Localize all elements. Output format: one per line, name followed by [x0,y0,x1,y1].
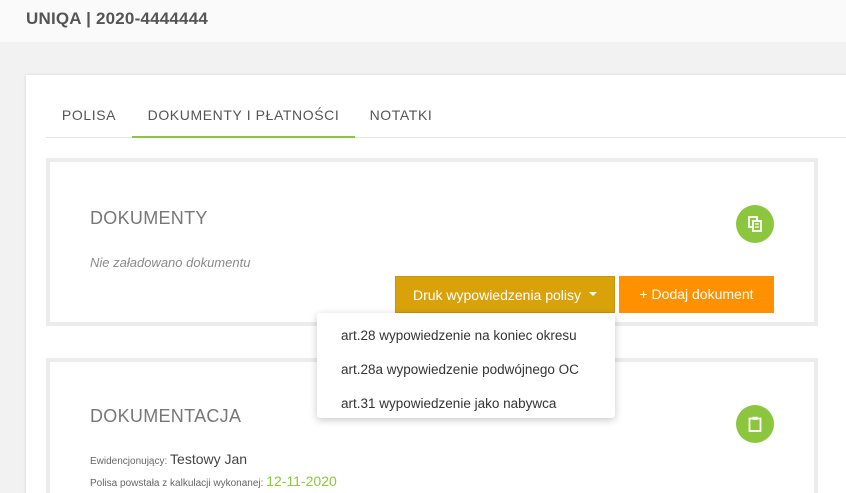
tab-polisa[interactable]: POLISA [46,96,132,138]
tab-notatki[interactable]: NOTATKI [355,96,447,138]
clipboard-icon[interactable] [736,405,774,443]
registrar-label: Ewidencjonujący: [90,456,168,467]
page-title: UNIQA | 2020-4444444 [26,9,209,28]
add-document-button[interactable]: + Dodaj dokument [619,276,774,313]
menu-item-art28[interactable]: art.28 wypowiedzenie na koniec okresu [317,319,615,353]
caret-down-icon [589,292,598,297]
empty-documents-text: Nie załadowano dokumentu [90,255,251,270]
documents-title: DOKUMENTY [90,208,208,228]
registrar-line: Ewidencjonujący: Testowy Jan [90,451,247,467]
print-cancellation-label: Druk wypowiedzenia polisy [412,287,582,303]
tab-bar: POLISA DOKUMENTY I PŁATNOŚCI NOTATKI [46,96,846,138]
tab-dokumenty-i-platnosci[interactable]: DOKUMENTY I PŁATNOŚCI [132,96,355,138]
menu-item-art28a[interactable]: art.28a wypowiedzenie podwójnego OC [317,353,615,387]
copy-icon[interactable] [736,205,774,243]
registrar-value: Testowy Jan [170,451,248,467]
menu-item-art31[interactable]: art.31 wypowiedzenie jako nabywca [317,387,615,421]
created-label: Polisa powstała z kalkulacji wykonanej: [90,478,264,489]
created-date: 12-11-2020 [266,473,337,489]
documentation-title: DOKUMENTACJA [90,406,242,426]
print-cancellation-menu: art.28 wypowiedzenie na koniec okresu ar… [317,313,615,418]
created-line: Polisa powstała z kalkulacji wykonanej: … [90,473,337,489]
print-cancellation-button[interactable]: Druk wypowiedzenia polisy [395,276,615,313]
top-bar: UNIQA | 2020-4444444 [0,0,846,42]
